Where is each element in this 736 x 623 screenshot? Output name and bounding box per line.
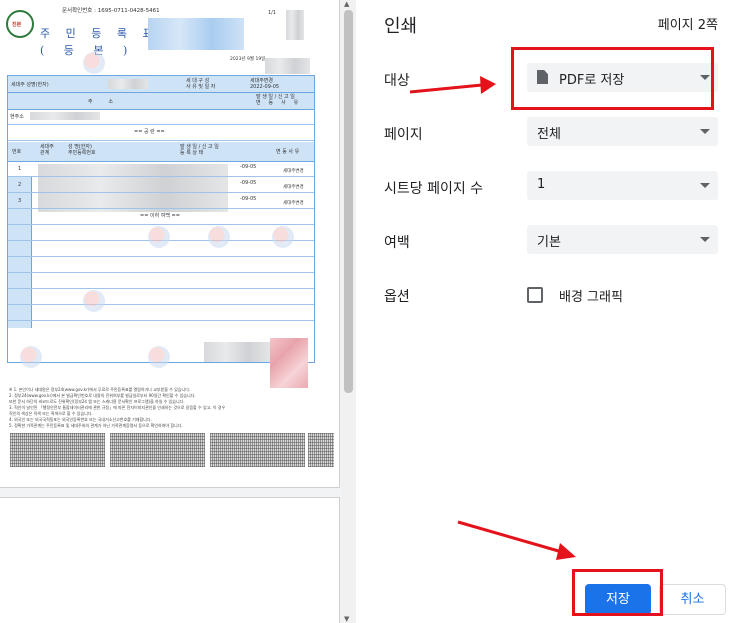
destination-highlight-box — [511, 47, 714, 110]
document-footnotes: ※ 1. 본인이나 세대원은 정부24(www.gov.kr)에서 무료로 주민… — [9, 387, 309, 429]
scroll-down-arrow-icon[interactable]: ▼ — [344, 615, 349, 623]
watermark-seal — [148, 346, 170, 368]
destination-label: 대상 — [384, 73, 410, 89]
preview-page-1: 진본 문서확인번호 : 1695-0711-0428-5461 1/1 주 민 … — [0, 0, 340, 488]
col-relation: 세대주 관계 — [40, 144, 54, 156]
row-date: -09-05 — [240, 164, 257, 170]
col-reason: 변 동 사 유 — [276, 149, 300, 155]
watermark-seal — [83, 52, 105, 74]
row-number: 3 — [18, 198, 22, 204]
barcode-image — [110, 433, 205, 467]
chevron-down-icon — [700, 237, 710, 242]
pages-per-sheet-value: 1 — [537, 177, 546, 192]
barcode-image — [308, 433, 334, 467]
watermark-seal — [272, 226, 294, 248]
sheet-count: 페이지 2쪽 — [657, 18, 718, 33]
col-number: 번호 — [12, 149, 22, 155]
chevron-down-icon — [700, 129, 710, 134]
margins-value: 기본 — [537, 235, 561, 250]
redacted-area — [148, 18, 244, 50]
margins-select[interactable]: 기본 — [527, 225, 718, 254]
head-householder-change: 세대주변경 2022-09-05 — [250, 78, 280, 90]
panel-title: 인쇄 — [384, 16, 418, 37]
print-preview-area[interactable]: 진본 문서확인번호 : 1695-0711-0428-5461 1/1 주 민 … — [0, 0, 356, 623]
head-change-date: 발 생 일 / 신 고 일 변 동 사 유 — [256, 94, 299, 106]
document-date: 2023년 9월 19일 — [230, 57, 266, 62]
blank-section-label: == 공 란 == — [134, 129, 165, 135]
row-reason: 세대주변경 — [283, 201, 304, 206]
margins-label: 여백 — [384, 235, 410, 251]
col-date: 발 생 일 / 신 고 일 등 록 상 태 — [180, 144, 219, 156]
redacted-area — [108, 79, 148, 89]
end-of-records: == 이하 여백 == — [140, 213, 180, 219]
redacted-rows — [38, 164, 228, 212]
preview-page-2 — [0, 497, 340, 623]
pages-select[interactable]: 전체 — [527, 117, 718, 146]
watermark-seal — [148, 226, 170, 248]
watermark-seal — [208, 226, 230, 248]
redacted-qr — [286, 10, 304, 40]
pages-value: 전체 — [537, 127, 561, 142]
row-date: -09-05 — [240, 180, 257, 186]
document-title: 주 민 등 록 표 — [40, 27, 159, 40]
row-reason: 세대주변경 — [283, 185, 304, 190]
barcode-image — [10, 433, 105, 467]
page-count: 1/1 — [268, 10, 277, 16]
redacted-area — [265, 58, 310, 74]
head-householder-name: 세대주 성명(한자) — [11, 82, 49, 88]
authenticity-stamp: 진본 — [6, 10, 34, 38]
resident-registration-table: 세대주 성명(한자) 세 대 구 성 사 유 및 일 자 세대주변경 2022-… — [7, 75, 315, 388]
scroll-up-arrow-icon[interactable]: ▲ — [344, 0, 349, 8]
row-reason: 세대주변경 — [283, 169, 304, 174]
row-number: 2 — [18, 182, 22, 188]
cancel-button[interactable]: 취소 — [659, 584, 726, 615]
scrollbar-thumb[interactable] — [344, 10, 353, 393]
pages-per-sheet-label: 시트당 페이지 수 — [384, 181, 484, 197]
pages-per-sheet-select[interactable]: 1 — [527, 171, 718, 200]
background-graphics-label[interactable]: 배경 그래픽 — [559, 286, 623, 305]
preview-scrollbar[interactable]: ▲ ▼ — [341, 0, 356, 623]
pages-label: 페이지 — [384, 127, 423, 143]
footnote: 5. 정확한 가족관계는 주민등록표 및 세대주와의 관계가 아닌 가족관계증명… — [9, 423, 183, 428]
col-name: 성 명(한자) 주민등록번호 — [68, 144, 96, 156]
document-number: 문서확인번호 : 1695-0711-0428-5461 — [62, 8, 160, 14]
row-date: -09-05 — [240, 196, 257, 202]
row-number: 1 — [18, 166, 22, 172]
save-highlight-box — [572, 569, 663, 616]
redacted-area — [204, 342, 270, 362]
options-label: 옵션 — [384, 289, 410, 305]
barcode-image — [210, 433, 305, 467]
official-seal — [270, 338, 308, 388]
watermark-seal — [20, 346, 42, 368]
chevron-down-icon — [700, 183, 710, 188]
background-graphics-checkbox[interactable] — [527, 287, 543, 303]
current-address-label: 현주소 — [10, 114, 24, 120]
head-household-reason: 세 대 구 성 사 유 및 일 자 — [186, 78, 216, 90]
redacted-area — [30, 112, 100, 120]
head-address: 주 소 — [88, 99, 114, 105]
watermark-seal — [83, 290, 105, 312]
stamp-text: 진본 — [12, 22, 22, 28]
